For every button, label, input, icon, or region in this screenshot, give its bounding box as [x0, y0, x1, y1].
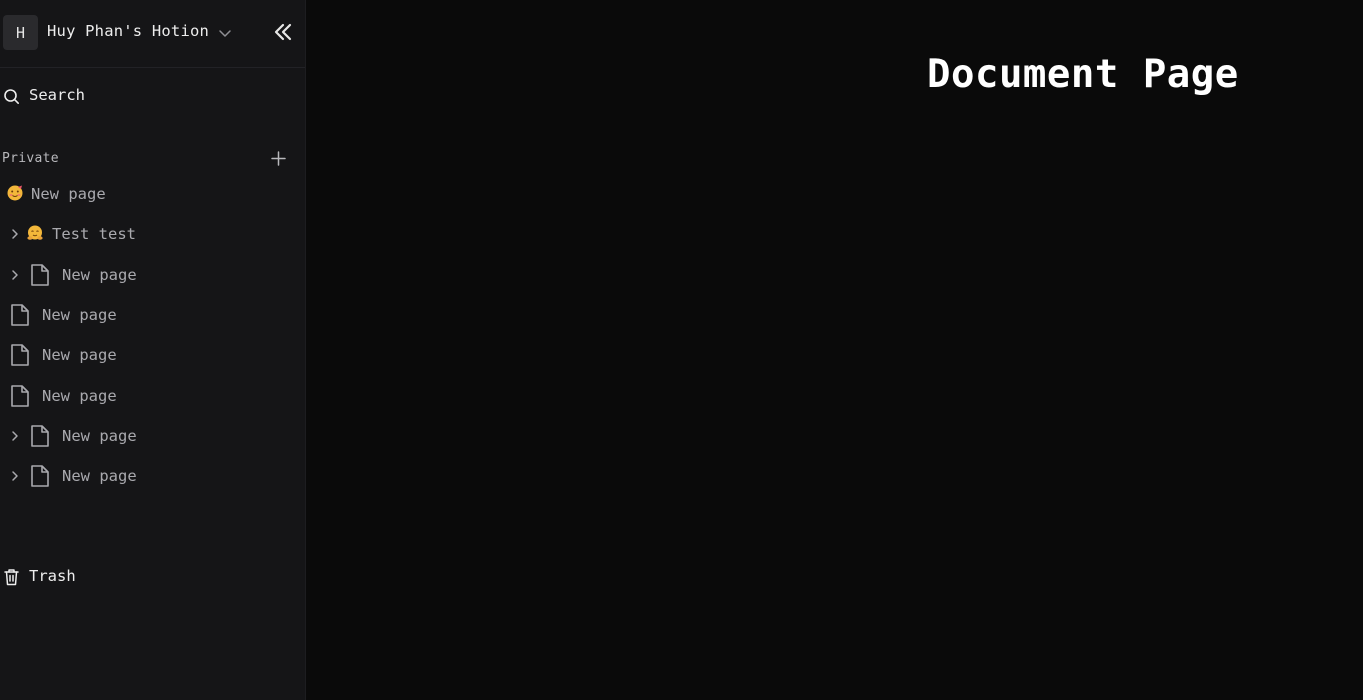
page-label: New page [62, 266, 137, 284]
document-icon [31, 425, 49, 447]
document-icon [11, 344, 29, 366]
trash-icon [4, 569, 19, 586]
document-icon [31, 465, 49, 487]
page-item[interactable]: New page [0, 339, 300, 371]
page-item[interactable]: New page [0, 259, 300, 291]
page-item[interactable]: Test test [0, 218, 300, 250]
search-button[interactable]: Search [0, 84, 300, 110]
workspace-name: Huy Phan's Hotion [47, 22, 210, 40]
chevron-right-icon[interactable] [8, 429, 22, 443]
add-page-icon[interactable] [270, 150, 287, 167]
page-label: New page [31, 185, 106, 203]
chevron-right-icon[interactable] [8, 469, 22, 483]
section-label-private: Private [2, 151, 59, 166]
chevron-down-icon [219, 30, 231, 37]
app-window: H Huy Phan's Hotion Search Private New p… [0, 0, 1363, 700]
emoji-hug-icon [27, 225, 43, 240]
page-title: Document Page [927, 52, 1239, 97]
page-label: New page [42, 387, 117, 405]
search-label: Search [29, 86, 85, 104]
page-item[interactable]: New page [0, 380, 300, 412]
page-label: New page [42, 306, 117, 324]
page-label: New page [62, 467, 137, 485]
search-icon [4, 89, 19, 104]
document-icon [11, 385, 29, 407]
trash-label: Trash [29, 567, 76, 585]
trash-button[interactable]: Trash [0, 565, 300, 591]
emoji-face-icon [7, 185, 23, 201]
sidebar: H Huy Phan's Hotion Search Private New p… [0, 0, 306, 700]
page-item[interactable]: New page [0, 460, 300, 492]
page-label: New page [42, 346, 117, 364]
document-icon [11, 304, 29, 326]
page-item[interactable]: New page [0, 178, 300, 210]
chevron-right-icon[interactable] [8, 227, 22, 241]
workspace-avatar: H [3, 15, 38, 50]
page-label: New page [62, 427, 137, 445]
document-area: Document Page [306, 0, 1363, 700]
collapse-sidebar-icon[interactable] [271, 20, 295, 44]
workspace-switcher[interactable]: H Huy Phan's Hotion [0, 0, 306, 68]
page-label: Test test [52, 225, 136, 243]
page-item[interactable]: New page [0, 299, 300, 331]
document-icon [31, 264, 49, 286]
page-item[interactable]: New page [0, 420, 300, 452]
chevron-right-icon[interactable] [8, 268, 22, 282]
